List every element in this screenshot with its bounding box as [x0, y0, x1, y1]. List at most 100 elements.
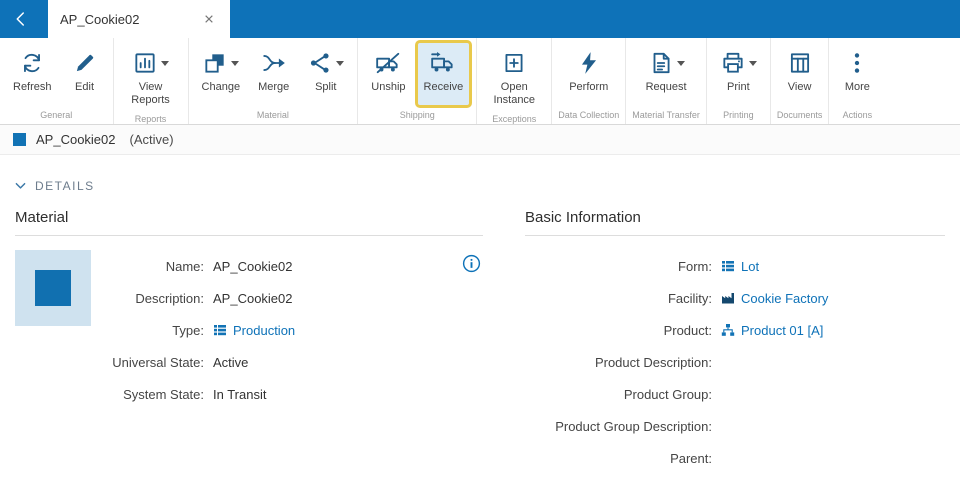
dropdown-caret-icon	[749, 61, 757, 70]
button-label: Merge	[258, 81, 289, 94]
ribbon-group-actions: More Actions	[829, 38, 885, 124]
merge-icon	[261, 50, 287, 76]
field-form: Form: Lot	[525, 250, 945, 282]
instance-title-bar: AP_Cookie02 (Active)	[0, 125, 960, 155]
group-label: General	[4, 108, 109, 124]
info-button[interactable]	[462, 254, 481, 278]
split-button[interactable]: Split	[298, 40, 353, 108]
ribbon-toolbar: Refresh Edit General View Reports Report…	[0, 38, 960, 125]
split-icon	[307, 50, 333, 76]
document-columns-icon	[787, 50, 813, 76]
unship-truck-icon	[375, 50, 401, 76]
close-tab-button[interactable]	[200, 10, 218, 28]
dropdown-caret-icon	[231, 61, 239, 70]
form-link[interactable]: Lot	[741, 259, 759, 274]
field-label: System State:	[95, 387, 213, 402]
material-thumbnail-square	[35, 270, 71, 306]
chevron-down-icon	[15, 182, 26, 190]
request-document-icon	[648, 50, 674, 76]
perform-button[interactable]: Perform	[560, 40, 617, 108]
field-label: Product Group:	[525, 387, 721, 402]
details-columns: Material Name: AP_Cookie02 Description: …	[0, 205, 960, 474]
unship-button[interactable]: Unship	[362, 40, 414, 108]
ribbon-group-material: Change Merge Split Material	[189, 38, 359, 124]
refresh-button[interactable]: Refresh	[4, 40, 61, 108]
details-section-title: DETAILS	[35, 179, 95, 193]
change-button[interactable]: Change	[193, 40, 250, 108]
button-label: Perform	[569, 81, 608, 94]
chevron-left-icon	[12, 10, 30, 28]
group-label: Material Transfer	[630, 108, 702, 124]
receive-truck-icon	[430, 50, 456, 76]
button-label: Open Instance	[490, 81, 538, 107]
group-label: Reports	[118, 112, 184, 128]
ribbon-group-shipping: Unship Receive Shipping	[358, 38, 477, 124]
button-label: Change	[202, 81, 241, 94]
ribbon-group-documents: View Documents	[771, 38, 830, 124]
group-label: Documents	[775, 108, 825, 124]
ribbon-group-printing: Print Printing	[707, 38, 771, 124]
material-thumbnail	[15, 250, 91, 326]
field-value: AP_Cookie02	[213, 259, 293, 274]
field-label: Product Description:	[525, 355, 721, 370]
field-label: Product Group Description:	[525, 419, 721, 434]
basic-information-panel: Basic Information Form: Lot Facility: Co…	[525, 209, 945, 474]
field-description: Description: AP_Cookie02	[95, 282, 483, 314]
product-hierarchy-icon	[721, 323, 735, 337]
more-button[interactable]: More	[833, 40, 881, 108]
ribbon-group-reports: View Reports Reports	[114, 38, 189, 124]
field-product-group: Product Group:	[525, 378, 945, 410]
vertical-ellipsis-icon	[844, 50, 870, 76]
dropdown-caret-icon	[677, 61, 685, 70]
merge-button[interactable]: Merge	[249, 40, 298, 108]
edit-button[interactable]: Edit	[61, 40, 109, 108]
field-universal-state: Universal State: Active	[95, 346, 483, 378]
button-label: View	[788, 81, 812, 94]
dropdown-caret-icon	[161, 61, 169, 70]
list-grid-icon	[213, 323, 227, 337]
field-product-group-description: Product Group Description:	[525, 410, 945, 442]
edit-icon	[72, 50, 98, 76]
view-reports-button[interactable]: View Reports	[118, 40, 184, 112]
button-label: Print	[727, 81, 750, 94]
open-instance-icon	[501, 50, 527, 76]
instance-title: AP_Cookie02	[36, 132, 116, 147]
dropdown-caret-icon	[336, 61, 344, 70]
instance-status: (Active)	[130, 132, 174, 147]
top-bar: AP_Cookie02	[0, 0, 960, 38]
material-panel-header: Material	[15, 209, 483, 236]
request-button[interactable]: Request	[637, 40, 696, 108]
field-value: In Transit	[213, 387, 266, 402]
field-system-state: System State: In Transit	[95, 378, 483, 410]
tab-ap-cookie02[interactable]: AP_Cookie02	[48, 0, 230, 38]
product-link[interactable]: Product 01 [A]	[741, 323, 823, 338]
field-label: Form:	[525, 259, 721, 274]
ribbon-group-data-collection: Perform Data Collection	[552, 38, 626, 124]
field-parent: Parent:	[525, 442, 945, 474]
details-section-toggle[interactable]: DETAILS	[0, 155, 960, 205]
view-documents-button[interactable]: View	[776, 40, 824, 108]
type-link[interactable]: Production	[233, 323, 295, 338]
facility-link[interactable]: Cookie Factory	[741, 291, 828, 306]
button-label: Refresh	[13, 81, 52, 94]
open-instance-button[interactable]: Open Instance	[481, 40, 547, 112]
info-icon	[462, 254, 481, 273]
back-button[interactable]	[0, 0, 42, 38]
field-type: Type: Production	[95, 314, 483, 346]
print-button[interactable]: Print	[711, 40, 766, 108]
button-label: Split	[315, 81, 336, 94]
ribbon-group-exceptions: Open Instance Exceptions	[477, 38, 552, 124]
receive-button[interactable]: Receive	[415, 40, 473, 108]
material-panel: Material Name: AP_Cookie02 Description: …	[15, 209, 483, 474]
group-label: Exceptions	[481, 112, 547, 128]
lightning-bolt-icon	[576, 50, 602, 76]
list-grid-icon	[721, 259, 735, 273]
field-facility: Facility: Cookie Factory	[525, 282, 945, 314]
group-label: Shipping	[362, 108, 472, 124]
report-chart-icon	[132, 50, 158, 76]
field-label: Type:	[95, 323, 213, 338]
tab-label: AP_Cookie02	[60, 12, 140, 27]
field-label: Description:	[95, 291, 213, 306]
refresh-icon	[19, 50, 45, 76]
material-square-icon	[13, 133, 26, 146]
